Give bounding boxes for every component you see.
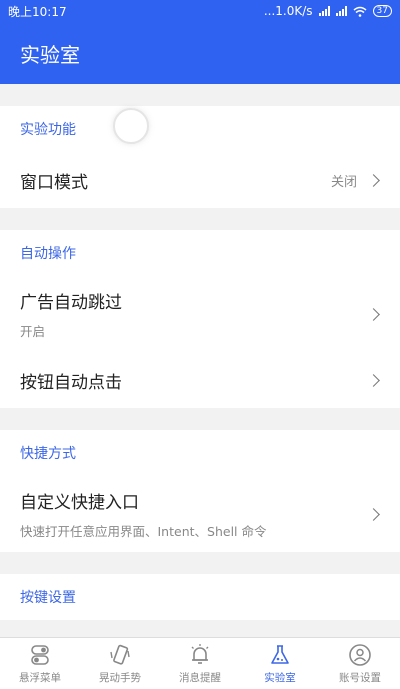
nav-notifications[interactable]: 消息提醒 bbox=[160, 638, 240, 689]
section-auto-actions: 自动操作 广告自动跳过 开启 按钮自动点击 bbox=[0, 230, 400, 408]
nav-shake-gesture[interactable]: 晃动手势 bbox=[80, 638, 160, 689]
section-shortcuts: 快捷方式 自定义快捷入口 快速打开任意应用界面、Intent、Shell 命令 bbox=[0, 430, 400, 552]
chevron-right-icon bbox=[367, 307, 380, 321]
toggle-icon bbox=[31, 644, 49, 665]
section-title: 实验功能 bbox=[20, 122, 76, 138]
nav-lab[interactable]: 实验室 bbox=[240, 638, 320, 689]
app-header: 实验室 bbox=[0, 22, 400, 84]
battery-indicator: 37 bbox=[372, 5, 392, 17]
settings-list[interactable]: 实验功能 窗口模式 关闭 自动操作 广告自动跳过 开启 按钮自动点击 快捷方式 bbox=[0, 84, 400, 637]
net-speed: ...1.0K/s bbox=[263, 4, 313, 18]
row-title: 按钮自动点击 bbox=[20, 372, 122, 393]
chevron-right-icon bbox=[367, 507, 380, 521]
chevron-right-icon bbox=[367, 173, 380, 187]
nav-floating-menu[interactable]: 悬浮菜单 bbox=[0, 638, 80, 689]
flask-icon bbox=[271, 644, 289, 664]
custom-shortcut-row[interactable]: 自定义快捷入口 快速打开任意应用界面、Intent、Shell 命令 bbox=[0, 476, 400, 552]
section-title: 自动操作 bbox=[20, 246, 76, 262]
nav-account-settings[interactable]: 账号设置 bbox=[320, 638, 400, 689]
signal-icon bbox=[318, 6, 330, 16]
row-subtitle: 快速打开任意应用界面、Intent、Shell 命令 bbox=[20, 524, 267, 539]
row-value: 关闭 bbox=[330, 174, 357, 190]
status-bar: 晚上10:17 ...1.0K/s 37 bbox=[0, 0, 400, 22]
status-indicators: ...1.0K/s 37 bbox=[264, 4, 392, 18]
touch-indicator bbox=[113, 108, 149, 144]
row-title: 窗口模式 bbox=[20, 172, 88, 193]
chevron-right-icon bbox=[367, 373, 380, 387]
window-mode-row[interactable]: 窗口模式 关闭 bbox=[0, 152, 400, 208]
bell-icon bbox=[191, 643, 209, 664]
section-title: 快捷方式 bbox=[20, 446, 76, 462]
shake-phone-icon bbox=[110, 644, 130, 665]
status-time: 晚上10:17 bbox=[8, 4, 67, 19]
auto-click-row[interactable]: 按钮自动点击 bbox=[0, 352, 400, 408]
section-title: 按键设置 bbox=[20, 590, 76, 606]
bottom-nav: 悬浮菜单 晃动手势 消息提醒 实验室 账号设置 bbox=[0, 637, 400, 689]
page-title: 实验室 bbox=[20, 42, 80, 67]
section-key-settings: 按键设置 bbox=[0, 574, 400, 620]
signal-icon-2 bbox=[335, 6, 347, 16]
row-title: 广告自动跳过 bbox=[20, 293, 122, 313]
ad-skip-row[interactable]: 广告自动跳过 开启 bbox=[0, 276, 400, 352]
wifi-icon bbox=[353, 6, 367, 17]
user-icon bbox=[349, 643, 371, 666]
row-subtitle: 开启 bbox=[20, 324, 46, 339]
section-lab-features: 实验功能 窗口模式 关闭 bbox=[0, 106, 400, 208]
row-title: 自定义快捷入口 bbox=[20, 493, 139, 513]
